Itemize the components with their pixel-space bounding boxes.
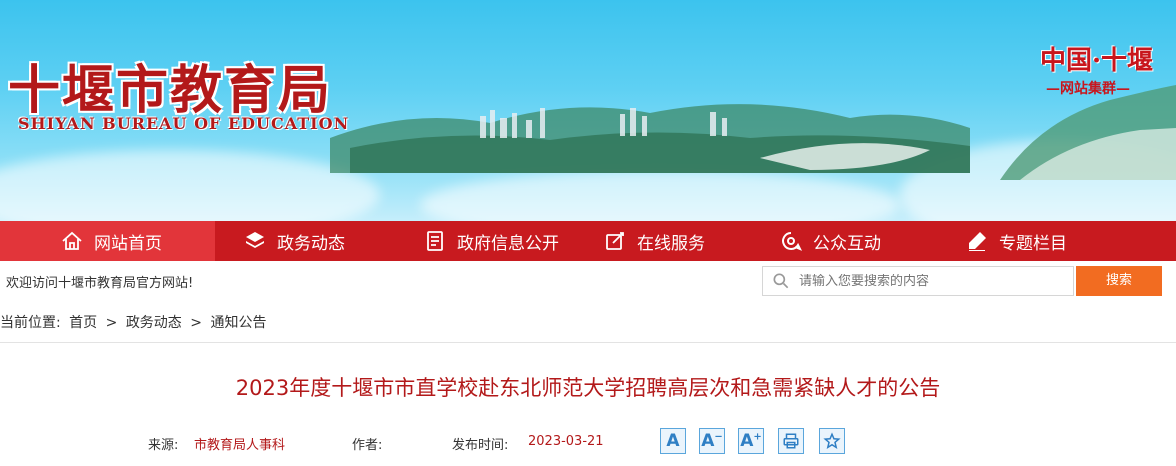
font-increase-button[interactable]: A+ [738,428,764,454]
site-title: 十堰市教育局 [8,60,333,121]
breadcrumb-label: 当前位置: [0,315,61,331]
font-default-button[interactable]: A [660,428,686,454]
nav-item-interaction[interactable]: 公众互动 [755,221,937,261]
city-landscape-image [330,104,970,173]
article-title: 2023年度十堰市市直学校赴东北师范大学招聘高层次和急需紧缺人才的公告 [235,376,941,400]
header-banner: 十堰市教育局 SHIYAN BUREAU OF EDUCATION 中国·十堰 … [0,0,1176,221]
font-size-icon: A [666,431,680,451]
nav-item-label: 在线服务 [637,233,705,254]
nav-item-special-topics[interactable]: 专题栏目 [937,221,1176,261]
source-label: 来源: [148,438,179,453]
nav-item-label: 政府信息公开 [457,233,559,254]
nav-item-online-service[interactable]: 在线服务 [577,221,755,261]
breadcrumb-item-home[interactable]: 首页 [69,315,97,331]
main-nav: 网站首页 政务动态 政府信息公开 在线服务 公众互动 专题栏目 [0,221,1176,261]
nav-item-news[interactable]: 政务动态 [215,221,395,261]
date-value: 2023-03-21 [528,434,604,449]
welcome-text: 欢迎访问十堰市教育局官方网站! [6,276,194,291]
nav-item-label: 公众互动 [813,233,881,254]
nav-item-label: 网站首页 [94,233,162,254]
site-group-subtitle: —网站集群— [1046,81,1130,97]
breadcrumb-item-news[interactable]: 政务动态 [126,315,182,331]
site-subtitle: SHIYAN BUREAU OF EDUCATION [18,114,350,133]
breadcrumb-item-notices[interactable]: 通知公告 [210,315,266,331]
font-decrease-icon: A− [701,431,723,451]
divider [0,342,1176,343]
favorite-button[interactable] [819,428,845,454]
author-label: 作者: [352,438,383,453]
font-decrease-button[interactable]: A− [699,428,725,454]
source-value: 市教育局人事科 [194,438,286,453]
nav-item-info-disclosure[interactable]: 政府信息公开 [395,221,577,261]
nav-item-home[interactable]: 网站首页 [0,221,215,261]
nav-item-label: 专题栏目 [999,233,1067,254]
font-increase-icon: A+ [740,431,762,451]
chat-icon [777,227,805,255]
search-box [762,266,1074,296]
breadcrumb: 当前位置: 首页 > 政务动态 > 通知公告 [0,312,270,332]
print-icon [783,433,799,449]
document-icon [421,227,449,255]
edit-icon [601,227,629,255]
date-label: 发布时间: [452,438,509,453]
print-button[interactable] [778,428,804,454]
star-icon [823,432,841,449]
home-icon [58,227,86,255]
search-button[interactable]: 搜索 [1076,266,1162,296]
breadcrumb-separator: > [105,315,118,331]
layers-icon [241,227,269,255]
breadcrumb-separator: > [190,315,202,331]
search-icon [763,267,799,295]
search-input[interactable] [799,273,1059,289]
pen-icon [963,227,991,255]
nav-item-label: 政务动态 [277,233,345,254]
site-group-brand[interactable]: 中国·十堰 [1040,40,1153,77]
